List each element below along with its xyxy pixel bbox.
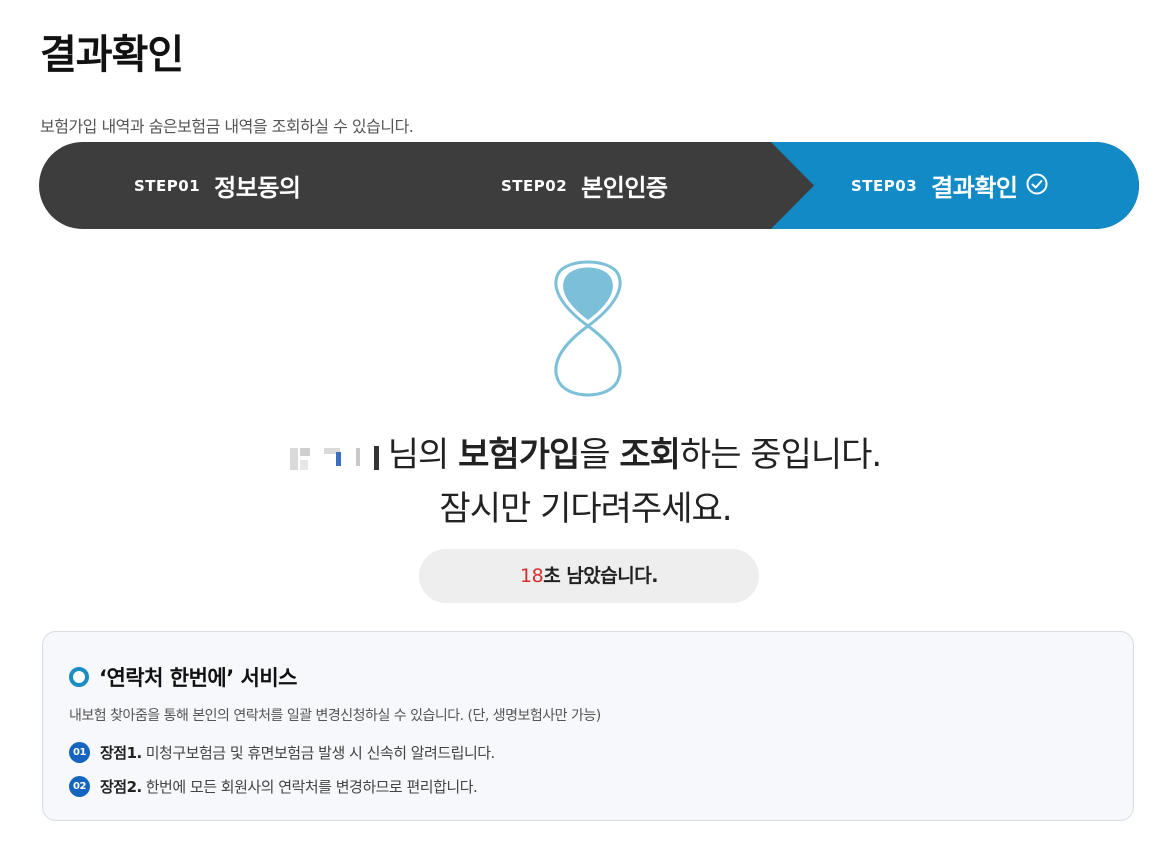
status-bold-insurance: 보험가입 [458,435,580,475]
countdown-timer: 18초 남았습니다. [419,549,759,603]
benefit-text: 한번에 모든 회원사의 연락처를 변경하므로 편리합니다. [145,778,478,796]
step-3: STEP03 결과확인 [851,142,1049,229]
hourglass-loading-icon [550,254,626,408]
masked-user-name [289,444,384,470]
status-suffix: 님의 [387,435,459,475]
countdown-seconds: 18 [520,565,544,587]
step-1-label: 정보동의 [214,174,301,202]
benefit-text: 미청구보험금 및 휴면보험금 발생 시 신속히 알려드립니다. [145,744,496,762]
step-progress-bar: STEP01 정보동의 STEP02 본인인증 STEP03 결과확인 [39,142,1139,229]
service-heading: ‘연락처 한번에’ 서비스 [69,662,297,692]
benefit-name: 장점2. [100,778,142,796]
status-message: 님의 보험가입을 조회하는 중입니다. 잠시만 기다려주세요. [0,428,1171,536]
step-2: STEP02 본인인증 [501,142,668,229]
benefit-item: 01 장점1. 미청구보험금 및 휴면보험금 발생 시 신속히 알려드립니다. [69,742,495,763]
status-bold-inquiry: 조회 [619,435,681,475]
contact-service-box: ‘연락처 한번에’ 서비스 내보험 찾아줌을 통해 본인의 연락처를 일괄 변경… [42,631,1134,821]
page-title: 결과확인 [40,32,184,78]
step-3-number: STEP03 [851,176,918,195]
check-circle-icon [1025,172,1049,200]
step-1-number: STEP01 [134,176,201,195]
service-title: ‘연락처 한번에’ 서비스 [99,666,297,690]
number-badge-icon: 01 [69,742,90,763]
status-wait-line: 잠시만 기다려주세요. [439,489,732,529]
step-2-label: 본인인증 [581,174,668,202]
ring-bullet-icon [69,667,89,687]
step-1: STEP01 정보동의 [134,142,301,229]
page-description: 보험가입 내역과 숨은보험금 내역을 조회하실 수 있습니다. [40,117,414,136]
status-ending: 하는 중입니다. [679,435,882,475]
benefit-name: 장점1. [100,744,142,762]
step-2-number: STEP02 [501,176,568,195]
number-badge-icon: 02 [69,776,90,797]
step-3-label: 결과확인 [931,174,1018,202]
service-description: 내보험 찾아줌을 통해 본인의 연락처를 일괄 변경신청하실 수 있습니다. (… [69,708,601,724]
benefit-item: 02 장점2. 한번에 모든 회원사의 연락처를 변경하므로 편리합니다. [69,776,478,797]
countdown-text: 초 남았습니다. [543,565,658,587]
status-particle: 을 [579,435,620,475]
